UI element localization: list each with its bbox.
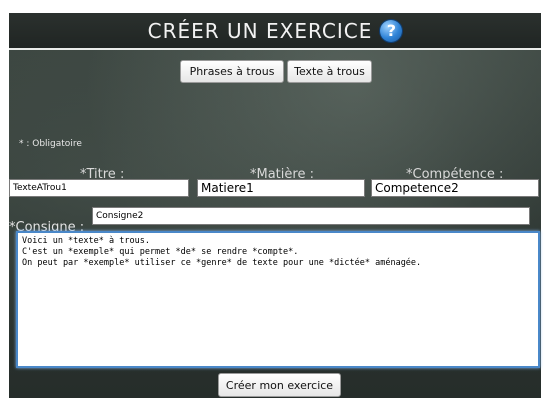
- header-bar: CRÉER UN EXERCICE ?: [9, 13, 541, 50]
- text-line: On peut par *exemple* utiliser ce *genre…: [22, 258, 422, 268]
- text-line: Voici un *texte* à trous.: [22, 236, 150, 246]
- help-icon[interactable]: ?: [380, 19, 403, 42]
- competence-input[interactable]: Competence2: [371, 179, 539, 197]
- text-line: C'est un *exemple* qui permet *de* se re…: [22, 247, 299, 257]
- titre-input[interactable]: TexteATrou1: [9, 179, 189, 197]
- create-exercise-button[interactable]: Créer mon exercice: [218, 373, 341, 397]
- tab-texte-a-trous[interactable]: Texte à trous: [287, 60, 372, 83]
- matiere-input[interactable]: Matiere1: [197, 179, 365, 197]
- consigne-input[interactable]: Consigne2: [92, 207, 530, 225]
- page-title: CRÉER UN EXERCICE: [147, 18, 373, 43]
- exercise-text-area[interactable]: Voici un *texte* à trous. C'est un *exem…: [16, 231, 540, 368]
- mandatory-note: * : Obligatoire: [19, 139, 82, 149]
- tab-phrases-a-trous[interactable]: Phrases à trous: [180, 60, 284, 83]
